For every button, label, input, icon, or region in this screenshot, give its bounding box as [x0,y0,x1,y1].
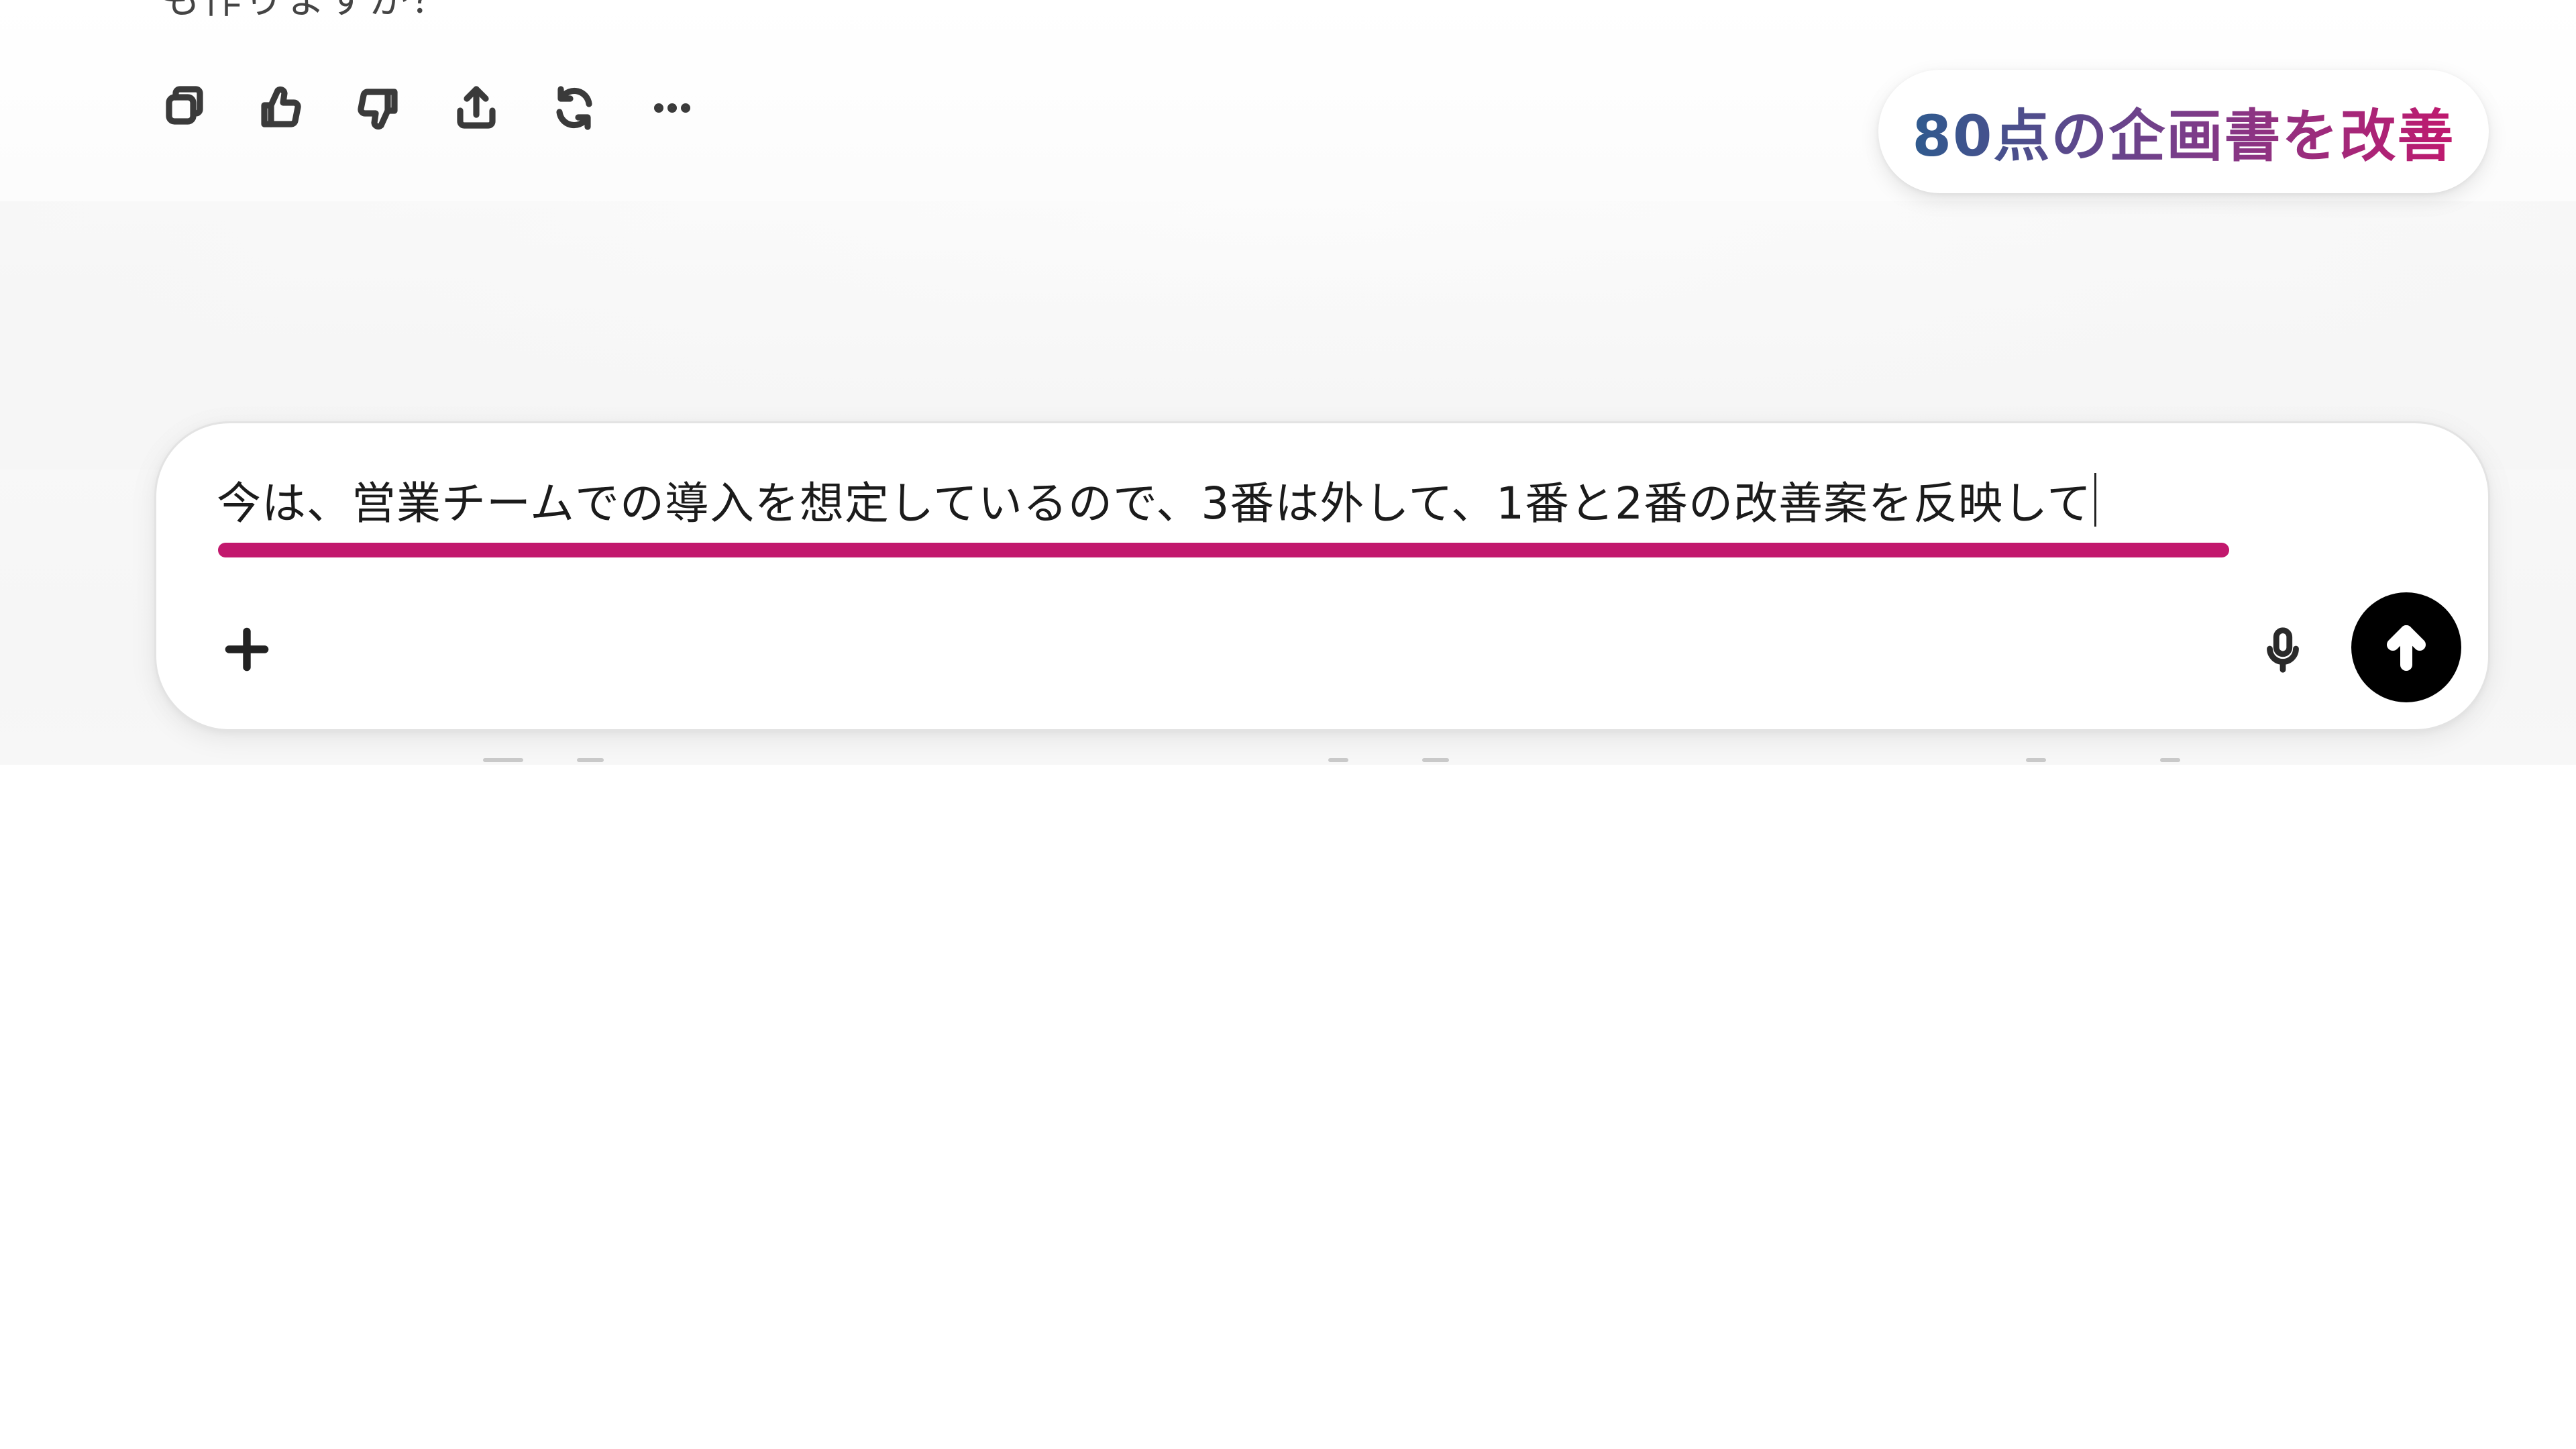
send-button[interactable] [2351,592,2461,702]
message-input[interactable]: 今は、営業チームでの導入を想定しているので、3番は外して、1番と2番の改善案を反… [217,468,2097,532]
assistant-message-text: も作りますか？ [161,0,452,24]
copy-button[interactable] [156,79,209,137]
highlight-underline [218,543,2229,557]
voice-input-button[interactable] [2249,616,2316,684]
share-button[interactable] [449,79,503,137]
thumbs-down-icon [358,89,398,130]
blank-area [0,765,2576,1449]
thumbs-up-icon [261,86,301,127]
badge-text: 80点の企画書を改善 [1913,91,2455,172]
attach-button[interactable] [217,619,277,680]
text-caret [2094,473,2097,527]
thumbs-up-button[interactable] [254,79,307,137]
message-action-bar [156,79,699,137]
message-input-value: 今は、営業チームでの導入を想定しているので、3番は外して、1番と2番の改善案を反… [217,478,2092,529]
share-icon [457,86,496,129]
message-composer: 今は、営業チームでの導入を想定しているので、3番は外して、1番と2番の改善案を反… [154,421,2490,731]
highlight-badge: 80点の企画書を改善 [1878,70,2489,193]
more-button[interactable] [645,79,699,137]
arrow-up-icon [2387,625,2426,671]
hint-fragment [483,758,523,762]
hint-fragment [1422,758,1449,762]
hint-fragment [2026,758,2046,762]
chat-screen: も作りますか？ [0,0,2576,1449]
thumbs-down-button[interactable] [352,79,405,137]
more-icon [654,103,690,113]
copy-icon [166,86,203,125]
hint-fragment [2160,758,2180,762]
hint-fragment [577,758,604,762]
hint-fragment [1328,758,1348,762]
plus-icon [225,627,269,672]
regenerate-icon [556,86,592,130]
microphone-icon [2267,627,2299,673]
regenerate-button[interactable] [547,79,601,137]
